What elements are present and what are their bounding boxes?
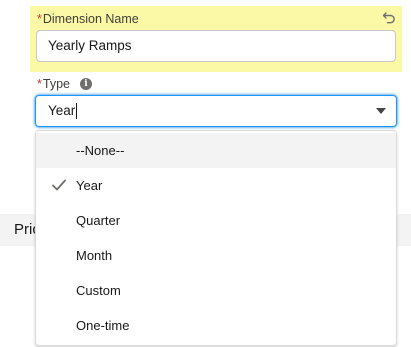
type-label-text: Type (42, 77, 70, 91)
undo-icon[interactable] (382, 10, 396, 24)
text-cursor (76, 103, 78, 120)
info-icon[interactable]: i (80, 78, 92, 90)
type-combobox-value: Year (48, 96, 78, 126)
required-marker: * (37, 12, 42, 26)
dimension-name-label: *Dimension Name (37, 12, 139, 26)
option-label: --None-- (76, 143, 125, 158)
dimension-name-label-text: Dimension Name (42, 12, 139, 26)
dimension-name-field: *Dimension Name Yearly Ramps (30, 6, 402, 72)
required-marker: * (37, 77, 42, 91)
option-label: One-time (76, 318, 130, 333)
check-icon (52, 179, 66, 191)
option-label: Month (76, 248, 113, 263)
option-none[interactable]: --None-- (36, 133, 396, 168)
option-month[interactable]: Month (36, 238, 396, 273)
option-year[interactable]: Year (36, 168, 396, 203)
type-value-text: Year (48, 103, 76, 118)
chevron-down-icon[interactable] (376, 108, 386, 114)
option-label: Custom (76, 283, 121, 298)
dimension-name-input[interactable]: Yearly Ramps (36, 30, 396, 62)
option-quarter[interactable]: Quarter (36, 203, 396, 238)
option-label: Quarter (76, 213, 121, 228)
option-one-time[interactable]: One-time (36, 308, 396, 343)
type-label: *Type (37, 77, 70, 91)
option-label: Year (76, 178, 103, 193)
option-custom[interactable]: Custom (36, 273, 396, 308)
type-dropdown-listbox: --None-- Year Quarter Month Custom One-t… (35, 130, 397, 346)
type-combobox[interactable]: Year (35, 95, 397, 127)
